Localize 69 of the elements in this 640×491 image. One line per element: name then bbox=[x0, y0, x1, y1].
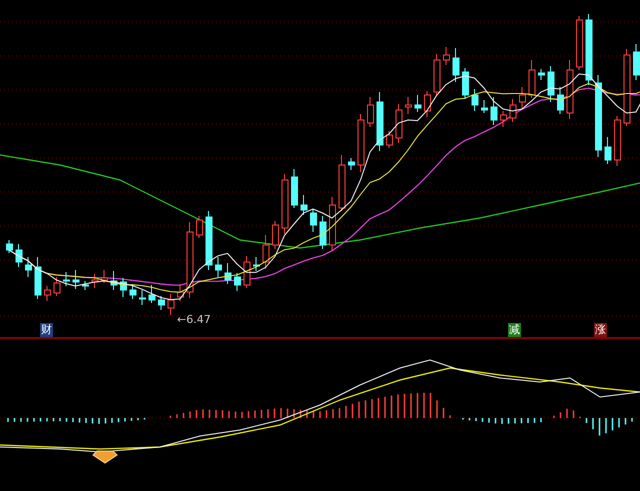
candlestick bbox=[234, 272, 241, 292]
candlestick bbox=[633, 44, 640, 80]
candlestick bbox=[6, 240, 13, 254]
candlestick bbox=[25, 256, 32, 278]
candlestick bbox=[244, 256, 250, 288]
candlestick bbox=[206, 210, 212, 270]
candlestick bbox=[44, 286, 51, 302]
candlestick bbox=[348, 158, 355, 170]
candlestick bbox=[168, 294, 174, 316]
candlestick bbox=[566, 60, 574, 120]
signal-marker: 涨 bbox=[594, 323, 607, 337]
candlestick bbox=[300, 194, 308, 216]
candlestick bbox=[120, 278, 127, 298]
candlestick bbox=[538, 68, 545, 80]
candlestick bbox=[320, 216, 326, 250]
candlestick bbox=[424, 90, 431, 118]
candlestick bbox=[405, 96, 412, 114]
signal-marker: 财 bbox=[40, 323, 53, 337]
candlestick bbox=[148, 284, 156, 304]
candlestick bbox=[253, 256, 260, 272]
candlestick bbox=[338, 154, 346, 212]
candlestick bbox=[367, 96, 374, 128]
candlestick bbox=[130, 284, 136, 300]
candlestick bbox=[462, 68, 469, 100]
candlestick bbox=[54, 276, 60, 296]
candlestick bbox=[224, 262, 232, 284]
candlestick bbox=[16, 244, 22, 268]
candlestick bbox=[576, 16, 583, 70]
candlestick bbox=[291, 168, 298, 208]
candlestick bbox=[139, 290, 146, 306]
candlestick bbox=[358, 114, 364, 172]
candlestick bbox=[548, 66, 554, 102]
diamond-icon bbox=[92, 450, 118, 464]
candlestick bbox=[376, 92, 384, 152]
candlestick bbox=[396, 104, 402, 144]
candlestick bbox=[586, 14, 592, 86]
candlestick bbox=[272, 220, 279, 250]
candlestick bbox=[481, 100, 488, 114]
candlestick bbox=[177, 284, 184, 302]
candlestick bbox=[82, 280, 89, 290]
price-label: ←6.47 bbox=[177, 313, 211, 326]
candlestick bbox=[528, 60, 536, 98]
signal-marker: 减 bbox=[508, 323, 521, 337]
candlestick bbox=[63, 272, 70, 286]
candlestick bbox=[604, 136, 612, 164]
candlestick bbox=[196, 216, 203, 238]
candlestick bbox=[72, 270, 80, 290]
candlestick bbox=[414, 94, 422, 112]
candlestick bbox=[92, 274, 98, 288]
candlestick bbox=[443, 46, 450, 66]
candlestick bbox=[282, 174, 288, 234]
candlestick bbox=[386, 130, 393, 148]
candlestick bbox=[34, 256, 42, 300]
candlestick bbox=[215, 256, 222, 278]
candlestick bbox=[110, 270, 118, 290]
candlestick bbox=[329, 196, 336, 252]
candlestick bbox=[472, 88, 478, 112]
candlestick bbox=[101, 270, 108, 284]
candlestick bbox=[614, 116, 621, 166]
candlestick bbox=[310, 208, 317, 232]
candlestick bbox=[490, 96, 498, 126]
candlestick bbox=[500, 110, 507, 128]
candlestick bbox=[519, 86, 526, 108]
candlestick bbox=[510, 98, 516, 122]
candlestick bbox=[434, 54, 440, 96]
candlestick bbox=[158, 296, 165, 310]
candlestick bbox=[262, 234, 270, 270]
candlestick bbox=[557, 86, 564, 114]
candlestick bbox=[452, 48, 460, 82]
